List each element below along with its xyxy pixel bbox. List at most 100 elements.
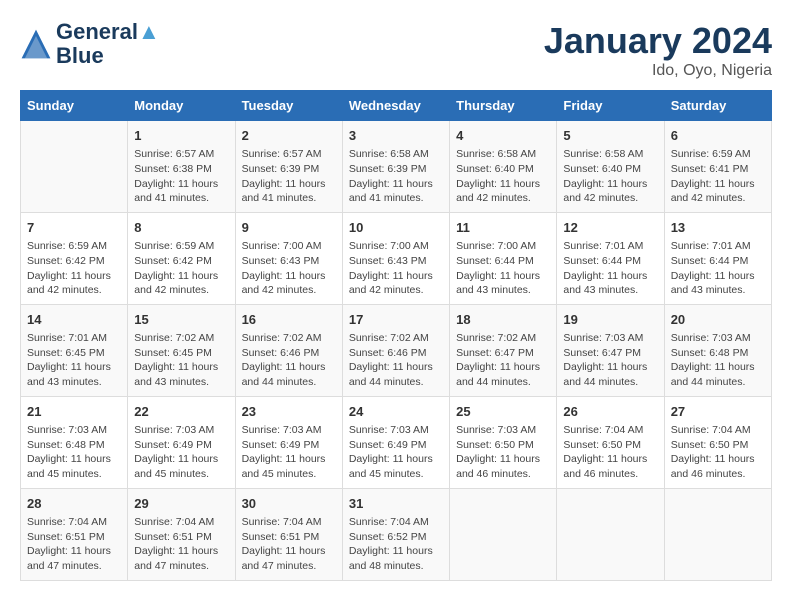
- calendar-cell: [21, 121, 128, 213]
- calendar-cell: [557, 488, 664, 580]
- cell-info: Sunrise: 7:00 AMSunset: 6:43 PMDaylight:…: [349, 239, 443, 298]
- calendar-week-row: 28Sunrise: 7:04 AMSunset: 6:51 PMDayligh…: [21, 488, 772, 580]
- header-saturday: Saturday: [664, 91, 771, 121]
- day-number: 4: [456, 127, 550, 145]
- cell-info: Sunrise: 7:02 AMSunset: 6:45 PMDaylight:…: [134, 331, 228, 390]
- cell-info: Sunrise: 6:59 AMSunset: 6:42 PMDaylight:…: [27, 239, 121, 298]
- day-number: 8: [134, 219, 228, 237]
- day-number: 10: [349, 219, 443, 237]
- calendar-week-row: 7 Sunrise: 6:59 AMSunset: 6:42 PMDaylight…: [21, 212, 772, 304]
- day-number: 5: [563, 127, 657, 145]
- day-number: 13: [671, 219, 765, 237]
- calendar-week-row: 21 Sunrise: 7:03 AMSunset: 6:48 PMDayligh…: [21, 396, 772, 488]
- calendar-cell: 7 Sunrise: 6:59 AMSunset: 6:42 PMDaylight…: [21, 212, 128, 304]
- day-number: 6: [671, 127, 765, 145]
- cell-info: Sunrise: 7:03 AMSunset: 6:50 PMDaylight:…: [456, 423, 550, 482]
- cell-info: Sunrise: 7:01 AMSunset: 6:44 PMDaylight:…: [671, 239, 765, 298]
- calendar-cell: 9 Sunrise: 7:00 AMSunset: 6:43 PMDaylight…: [235, 212, 342, 304]
- calendar-cell: 6 Sunrise: 6:59 AMSunset: 6:41 PMDaylight…: [664, 121, 771, 213]
- calendar-cell: 27Sunrise: 7:04 AMSunset: 6:50 PMDayligh…: [664, 396, 771, 488]
- day-number: 22: [134, 403, 228, 421]
- calendar-cell: 25 Sunrise: 7:03 AMSunset: 6:50 PMDayligh…: [450, 396, 557, 488]
- title-block: January 2024 Ido, Oyo, Nigeria: [544, 20, 772, 80]
- cell-info: Sunrise: 6:58 AMSunset: 6:39 PMDaylight:…: [349, 147, 443, 206]
- cell-info: Sunrise: 7:00 AMSunset: 6:43 PMDaylight:…: [242, 239, 336, 298]
- day-number: 18: [456, 311, 550, 329]
- calendar-cell: 17Sunrise: 7:02 AMSunset: 6:46 PMDayligh…: [342, 304, 449, 396]
- logo-icon: [20, 28, 52, 60]
- main-title: January 2024: [544, 20, 772, 62]
- calendar-cell: 3 Sunrise: 6:58 AMSunset: 6:39 PMDaylight…: [342, 121, 449, 213]
- cell-info: Sunrise: 6:57 AMSunset: 6:38 PMDaylight:…: [134, 147, 228, 206]
- cell-info: Sunrise: 7:01 AMSunset: 6:45 PMDaylight:…: [27, 331, 121, 390]
- header-sunday: Sunday: [21, 91, 128, 121]
- calendar-cell: [664, 488, 771, 580]
- day-number: 3: [349, 127, 443, 145]
- day-number: 15: [134, 311, 228, 329]
- cell-info: Sunrise: 7:03 AMSunset: 6:48 PMDaylight:…: [671, 331, 765, 390]
- logo-text: General▲ Blue: [56, 20, 160, 68]
- calendar-header-row: SundayMondayTuesdayWednesdayThursdayFrid…: [21, 91, 772, 121]
- cell-info: Sunrise: 7:04 AMSunset: 6:51 PMDaylight:…: [27, 515, 121, 574]
- cell-info: Sunrise: 6:58 AMSunset: 6:40 PMDaylight:…: [563, 147, 657, 206]
- header-friday: Friday: [557, 91, 664, 121]
- day-number: 11: [456, 219, 550, 237]
- calendar-cell: 23Sunrise: 7:03 AMSunset: 6:49 PMDayligh…: [235, 396, 342, 488]
- calendar-cell: 30 Sunrise: 7:04 AMSunset: 6:51 PMDayligh…: [235, 488, 342, 580]
- day-number: 1: [134, 127, 228, 145]
- day-number: 2: [242, 127, 336, 145]
- day-number: 20: [671, 311, 765, 329]
- day-number: 27: [671, 403, 765, 421]
- page-header: General▲ Blue January 2024 Ido, Oyo, Nig…: [20, 20, 772, 80]
- cell-info: Sunrise: 7:03 AMSunset: 6:49 PMDaylight:…: [134, 423, 228, 482]
- calendar-cell: 16Sunrise: 7:02 AMSunset: 6:46 PMDayligh…: [235, 304, 342, 396]
- day-number: 25: [456, 403, 550, 421]
- cell-info: Sunrise: 7:00 AMSunset: 6:44 PMDaylight:…: [456, 239, 550, 298]
- cell-info: Sunrise: 7:04 AMSunset: 6:51 PMDaylight:…: [242, 515, 336, 574]
- calendar-cell: 26Sunrise: 7:04 AMSunset: 6:50 PMDayligh…: [557, 396, 664, 488]
- subtitle: Ido, Oyo, Nigeria: [544, 62, 772, 80]
- cell-info: Sunrise: 7:03 AMSunset: 6:49 PMDaylight:…: [349, 423, 443, 482]
- day-number: 14: [27, 311, 121, 329]
- calendar-cell: 21 Sunrise: 7:03 AMSunset: 6:48 PMDayligh…: [21, 396, 128, 488]
- cell-info: Sunrise: 7:03 AMSunset: 6:48 PMDaylight:…: [27, 423, 121, 482]
- cell-info: Sunrise: 7:02 AMSunset: 6:47 PMDaylight:…: [456, 331, 550, 390]
- cell-info: Sunrise: 7:04 AMSunset: 6:51 PMDaylight:…: [134, 515, 228, 574]
- calendar-week-row: 1 Sunrise: 6:57 AMSunset: 6:38 PMDaylight…: [21, 121, 772, 213]
- cell-info: Sunrise: 7:02 AMSunset: 6:46 PMDaylight:…: [349, 331, 443, 390]
- day-number: 9: [242, 219, 336, 237]
- calendar-cell: 29 Sunrise: 7:04 AMSunset: 6:51 PMDayligh…: [128, 488, 235, 580]
- day-number: 31: [349, 495, 443, 513]
- cell-info: Sunrise: 6:59 AMSunset: 6:42 PMDaylight:…: [134, 239, 228, 298]
- calendar-cell: 8 Sunrise: 6:59 AMSunset: 6:42 PMDaylight…: [128, 212, 235, 304]
- header-tuesday: Tuesday: [235, 91, 342, 121]
- calendar-cell: 20 Sunrise: 7:03 AMSunset: 6:48 PMDayligh…: [664, 304, 771, 396]
- logo: General▲ Blue: [20, 20, 160, 68]
- cell-info: Sunrise: 7:01 AMSunset: 6:44 PMDaylight:…: [563, 239, 657, 298]
- calendar-table: SundayMondayTuesdayWednesdayThursdayFrid…: [20, 90, 772, 581]
- calendar-cell: 28Sunrise: 7:04 AMSunset: 6:51 PMDayligh…: [21, 488, 128, 580]
- day-number: 23: [242, 403, 336, 421]
- day-number: 12: [563, 219, 657, 237]
- calendar-cell: 15 Sunrise: 7:02 AMSunset: 6:45 PMDayligh…: [128, 304, 235, 396]
- cell-info: Sunrise: 7:03 AMSunset: 6:47 PMDaylight:…: [563, 331, 657, 390]
- cell-info: Sunrise: 6:58 AMSunset: 6:40 PMDaylight:…: [456, 147, 550, 206]
- header-thursday: Thursday: [450, 91, 557, 121]
- cell-info: Sunrise: 6:57 AMSunset: 6:39 PMDaylight:…: [242, 147, 336, 206]
- calendar-week-row: 14 Sunrise: 7:01 AMSunset: 6:45 PMDayligh…: [21, 304, 772, 396]
- day-number: 7: [27, 219, 121, 237]
- day-number: 30: [242, 495, 336, 513]
- day-number: 29: [134, 495, 228, 513]
- calendar-cell: 13 Sunrise: 7:01 AMSunset: 6:44 PMDayligh…: [664, 212, 771, 304]
- cell-info: Sunrise: 6:59 AMSunset: 6:41 PMDaylight:…: [671, 147, 765, 206]
- calendar-cell: [450, 488, 557, 580]
- calendar-cell: 24Sunrise: 7:03 AMSunset: 6:49 PMDayligh…: [342, 396, 449, 488]
- cell-info: Sunrise: 7:02 AMSunset: 6:46 PMDaylight:…: [242, 331, 336, 390]
- calendar-cell: 11 Sunrise: 7:00 AMSunset: 6:44 PMDayligh…: [450, 212, 557, 304]
- calendar-cell: 18 Sunrise: 7:02 AMSunset: 6:47 PMDayligh…: [450, 304, 557, 396]
- calendar-cell: 14 Sunrise: 7:01 AMSunset: 6:45 PMDayligh…: [21, 304, 128, 396]
- cell-info: Sunrise: 7:04 AMSunset: 6:50 PMDaylight:…: [563, 423, 657, 482]
- calendar-cell: 2 Sunrise: 6:57 AMSunset: 6:39 PMDaylight…: [235, 121, 342, 213]
- day-number: 21: [27, 403, 121, 421]
- calendar-cell: 12 Sunrise: 7:01 AMSunset: 6:44 PMDayligh…: [557, 212, 664, 304]
